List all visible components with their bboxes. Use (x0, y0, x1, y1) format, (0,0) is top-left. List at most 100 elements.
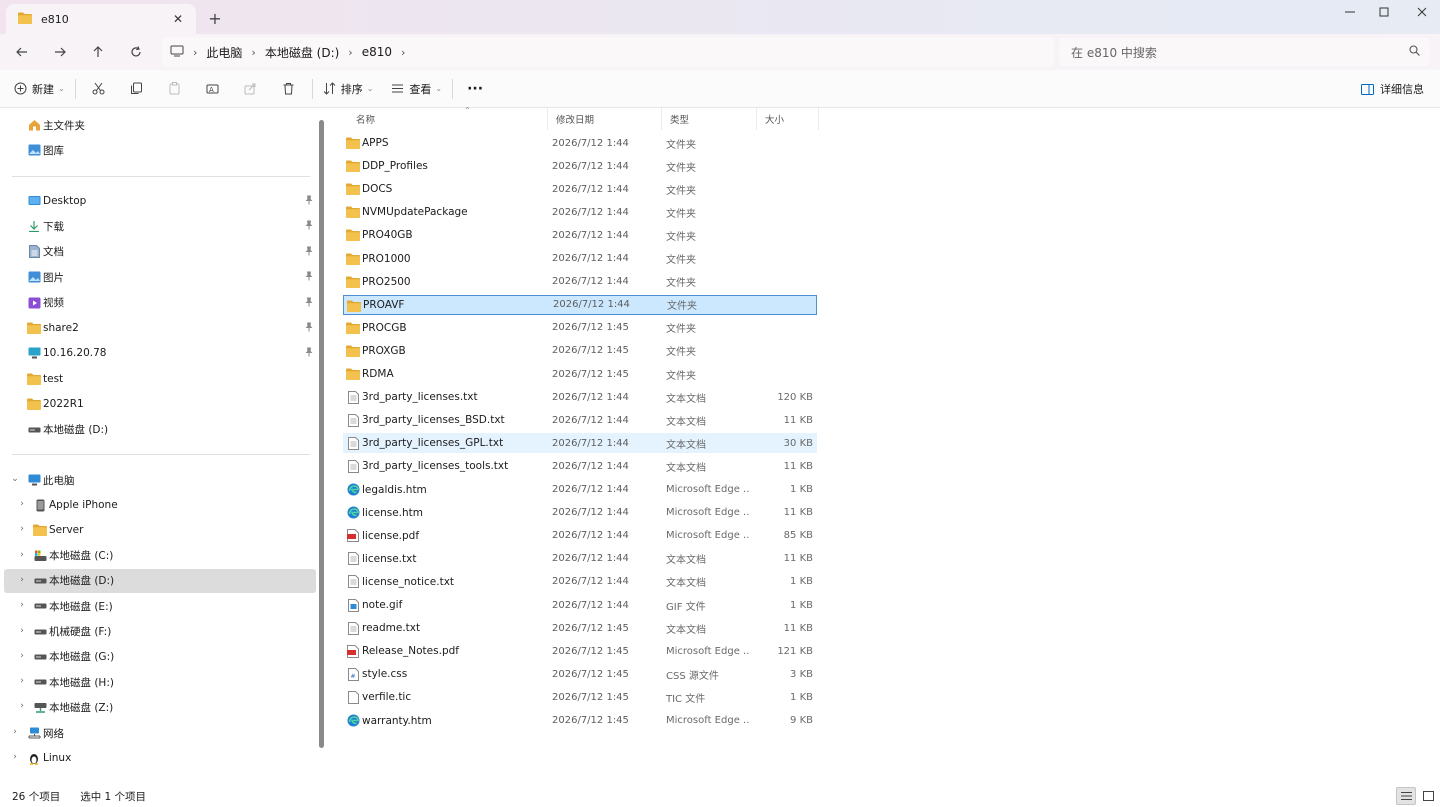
paste-icon[interactable] (156, 74, 194, 104)
rename-icon[interactable]: A (194, 74, 232, 104)
quick-access-item[interactable]: 下载 (27, 214, 313, 238)
this-pc-item[interactable]: 本地磁盘 (C:) (33, 544, 307, 568)
share-icon[interactable] (232, 74, 270, 104)
breadcrumb-drive-d[interactable]: 本地磁盘 (D:) (265, 44, 339, 61)
file-row[interactable]: 3rd_party_licenses_tools.txt 2026/7/12 1:… (343, 456, 817, 476)
view-button[interactable]: 查看 ⌄ (385, 74, 448, 104)
file-row[interactable]: warranty.htm 2026/7/12 1:45 Microsoft Edge… (343, 711, 817, 731)
more-options-button[interactable]: ··· (457, 74, 493, 104)
file-row[interactable]: PROXGB 2026/7/12 1:45 文件夹 (343, 341, 817, 361)
close-tab-icon[interactable]: ✕ (168, 9, 188, 29)
search-input[interactable]: 在 e810 中搜索 (1059, 38, 1430, 66)
pin-icon[interactable] (305, 347, 313, 360)
file-row[interactable]: PRO2500 2026/7/12 1:44 文件夹 (343, 272, 817, 292)
file-row[interactable]: license.txt 2026/7/12 1:44 文本文档 11 KB (343, 549, 817, 569)
pin-icon[interactable] (305, 246, 313, 259)
file-row[interactable]: DOCS 2026/7/12 1:44 文件夹 (343, 179, 817, 199)
quick-access-item[interactable]: 文档 (27, 240, 313, 264)
quick-access-item[interactable]: 图片 (27, 265, 313, 289)
column-header-type[interactable]: 类型 (662, 108, 757, 130)
file-row[interactable]: license_notice.txt 2026/7/12 1:44 文本文档 1 KB (343, 572, 817, 592)
quick-access-item[interactable]: share2 (27, 316, 313, 340)
file-row[interactable]: 3rd_party_licenses_BSD.txt 2026/7/12 1:44… (343, 410, 817, 430)
this-pc-item[interactable]: 本地磁盘 (Z:) (33, 695, 307, 719)
breadcrumb[interactable]: › 此电脑 › 本地磁盘 (D:) › e810 › (162, 37, 1054, 67)
file-row[interactable]: PRO40GB 2026/7/12 1:44 文件夹 (343, 225, 817, 245)
chevron-right-icon[interactable]: › (16, 651, 28, 661)
close-window-icon[interactable] (1402, 0, 1440, 24)
quick-access-item[interactable]: Desktop (27, 189, 313, 213)
this-pc-item[interactable]: 本地磁盘 (G:) (33, 645, 307, 669)
details-pane-button[interactable]: 详细信息 (1361, 74, 1424, 104)
nav-item-home[interactable]: 主文件夹 (27, 113, 307, 137)
forward-arrow-icon[interactable] (41, 37, 79, 67)
file-row[interactable]: 3rd_party_licenses_GPL.txt 2026/7/12 1:44… (343, 433, 817, 454)
file-row[interactable]: legaldis.htm 2026/7/12 1:44 Microsoft Edge… (343, 480, 817, 500)
sort-button[interactable]: 排序 ⌄ (317, 74, 380, 104)
quick-access-item[interactable]: 2022R1 (27, 392, 313, 416)
chevron-right-icon[interactable]: › (16, 626, 28, 636)
this-pc-item[interactable]: Apple iPhone (33, 493, 307, 517)
quick-access-item[interactable]: test (27, 367, 313, 391)
chevron-right-icon[interactable]: › (16, 499, 28, 509)
file-row[interactable]: # style.css 2026/7/12 1:45 CSS 源文件 3 KB (343, 664, 817, 684)
nav-item-this-pc[interactable]: 此电脑 (27, 468, 307, 492)
this-pc-item[interactable]: 本地磁盘 (E:) (33, 594, 307, 618)
file-row[interactable]: PRO1000 2026/7/12 1:44 文件夹 (343, 249, 817, 269)
this-pc-item[interactable]: 本地磁盘 (D:) (33, 569, 307, 593)
back-arrow-icon[interactable] (3, 37, 41, 67)
pin-icon[interactable] (305, 271, 313, 284)
file-row[interactable]: verfile.tic 2026/7/12 1:45 TIC 文件 1 KB (343, 687, 817, 707)
details-view-icon[interactable] (1396, 787, 1416, 805)
refresh-icon[interactable] (117, 37, 155, 67)
quick-access-item[interactable]: 本地磁盘 (D:) (27, 418, 313, 442)
file-row[interactable]: NVMUpdatePackage 2026/7/12 1:44 文件夹 (343, 202, 817, 222)
tiles-view-icon[interactable] (1418, 787, 1438, 805)
pin-icon[interactable] (305, 195, 313, 208)
this-pc-item[interactable]: 本地磁盘 (H:) (33, 670, 307, 694)
file-row[interactable]: Release_Notes.pdf 2026/7/12 1:45 Microsoft… (343, 641, 817, 661)
new-button[interactable]: 新建 ⌄ (8, 74, 71, 104)
chevron-right-icon[interactable]: › (401, 46, 405, 59)
nav-scrollbar[interactable] (319, 120, 324, 748)
file-row[interactable]: license.htm 2026/7/12 1:44 Microsoft Edge … (343, 503, 817, 523)
chevron-right-icon[interactable]: › (16, 550, 28, 560)
file-row[interactable]: RDMA 2026/7/12 1:45 文件夹 (343, 364, 817, 384)
file-row[interactable]: DDP_Profiles 2026/7/12 1:44 文件夹 (343, 156, 817, 176)
this-pc-item[interactable]: Server (33, 518, 307, 542)
chevron-right-icon[interactable]: › (16, 575, 28, 585)
nav-item-network[interactable]: 网络 (27, 721, 307, 745)
file-row[interactable]: readme.txt 2026/7/12 1:45 文本文档 11 KB (343, 618, 817, 638)
tab-e810[interactable]: e810 ✕ (6, 4, 196, 34)
delete-icon[interactable] (270, 74, 308, 104)
quick-access-item[interactable]: 10.16.20.78 (27, 341, 313, 365)
breadcrumb-e810[interactable]: e810 (362, 45, 392, 59)
chevron-right-icon[interactable]: › (16, 600, 28, 610)
breadcrumb-this-pc[interactable]: 此电脑 (206, 44, 242, 61)
chevron-right-icon[interactable]: › (9, 752, 21, 762)
copy-icon[interactable] (118, 74, 156, 104)
nav-item-linux[interactable]: Linux (27, 746, 307, 770)
quick-access-item[interactable]: 视频 (27, 291, 313, 315)
file-row[interactable]: PROCGB 2026/7/12 1:45 文件夹 (343, 318, 817, 338)
chevron-right-icon[interactable]: › (16, 676, 28, 686)
column-header-name[interactable]: 名称 ⌃ (348, 106, 548, 130)
cut-icon[interactable] (80, 74, 118, 104)
this-pc-item[interactable]: 机械硬盘 (F:) (33, 620, 307, 644)
file-row[interactable]: license.pdf 2026/7/12 1:44 Microsoft Edge … (343, 526, 817, 546)
file-row[interactable]: PROAVF 2026/7/12 1:44 文件夹 (343, 294, 817, 315)
new-tab-button[interactable]: + (205, 9, 225, 29)
chevron-right-icon[interactable]: › (16, 701, 28, 711)
pin-icon[interactable] (305, 322, 313, 335)
chevron-right-icon[interactable]: › (9, 727, 21, 737)
column-header-date[interactable]: 修改日期 (548, 108, 662, 130)
pin-icon[interactable] (305, 297, 313, 310)
pin-icon[interactable] (305, 220, 313, 233)
up-arrow-icon[interactable] (79, 37, 117, 67)
file-row[interactable]: note.gif 2026/7/12 1:44 GIF 文件 1 KB (343, 595, 817, 615)
file-row[interactable]: APPS 2026/7/12 1:44 文件夹 (343, 133, 817, 153)
nav-item-gallery[interactable]: 图库 (27, 138, 307, 162)
maximize-icon[interactable] (1364, 0, 1404, 24)
chevron-down-icon[interactable]: ⌄ (9, 474, 21, 484)
column-header-size[interactable]: 大小 (757, 108, 819, 130)
